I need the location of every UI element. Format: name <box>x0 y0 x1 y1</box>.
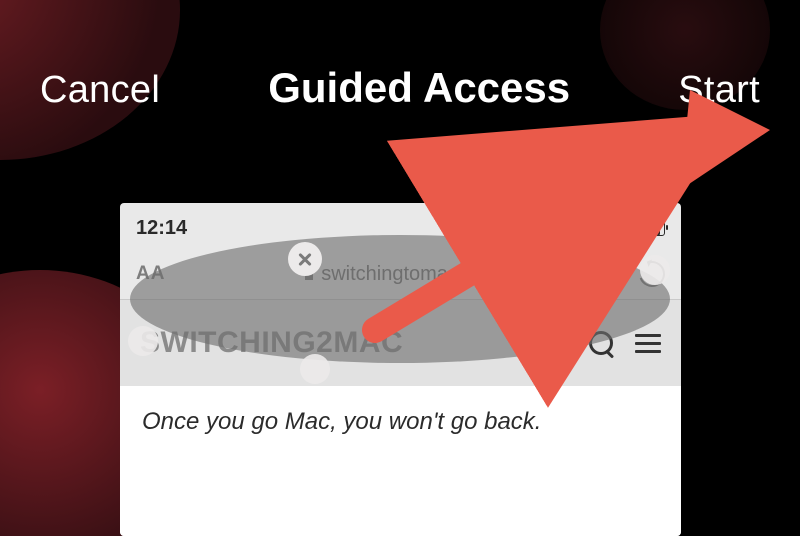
page-title: Guided Access <box>268 64 570 112</box>
resize-handle[interactable] <box>640 255 670 285</box>
status-time: 12:14 <box>136 217 187 240</box>
screenshot-stage: Cancel Guided Access Start 12:14 AA swit… <box>0 0 800 536</box>
resize-handle[interactable] <box>128 326 158 356</box>
menu-icon[interactable] <box>635 334 661 353</box>
start-button[interactable]: Start <box>678 69 760 112</box>
close-icon[interactable] <box>288 242 322 276</box>
signal-icon <box>581 222 603 236</box>
page-body: Once you go Mac, you won't go back. <box>120 386 681 536</box>
guided-access-navbar: Cancel Guided Access Start <box>0 0 800 180</box>
restricted-area-ellipse[interactable] <box>130 235 670 363</box>
cancel-button[interactable]: Cancel <box>40 69 160 112</box>
status-icons <box>581 221 665 236</box>
site-tagline: Once you go Mac, you won't go back. <box>142 408 659 436</box>
battery-icon <box>635 221 665 236</box>
wifi-icon <box>609 222 629 236</box>
resize-handle[interactable] <box>300 354 330 384</box>
